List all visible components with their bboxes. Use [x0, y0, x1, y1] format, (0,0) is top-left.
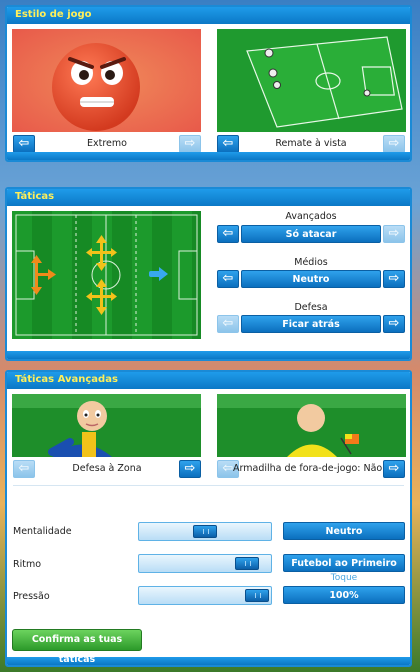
pressao-value: 100% — [283, 586, 405, 604]
taticas-panel-title: Táticas — [7, 189, 410, 206]
estilo-image-remate — [217, 29, 406, 132]
arrow-right-icon: ⇨ — [184, 136, 196, 151]
tactics-defense-value: Ficar atrás — [241, 315, 381, 333]
avancadas-right-caption: Armadilha de fora-de-jogo: Não — [233, 463, 383, 474]
estilo-panel: Estilo de jogo ⇦ Extremo ⇨ ⇦ Remate à vi… — [5, 5, 412, 162]
ritmo-slider-knob[interactable] — [235, 557, 259, 570]
estilo-panel-footer — [7, 152, 410, 160]
tactics-defense-label: Defesa — [294, 302, 328, 313]
tactics-midfield-next-button[interactable]: ⇨ — [383, 270, 405, 288]
pressao-slider-knob[interactable] — [245, 589, 269, 602]
avancadas-right-next-button[interactable]: ⇨ — [383, 460, 405, 478]
estilo-left-caption: Extremo — [87, 138, 127, 149]
ritmo-sublabel: Toque — [330, 573, 358, 583]
mentalidade-label: Mentalidade — [13, 526, 72, 537]
tactics-midfield-prev-button[interactable]: ⇦ — [217, 270, 239, 288]
avancadas-image-zona — [12, 394, 201, 457]
estilo-right-next-button[interactable]: ⇨ — [383, 135, 405, 153]
estilo-left-prev-button[interactable]: ⇦ — [13, 135, 35, 153]
arrow-left-icon: ⇦ — [222, 136, 234, 151]
ritmo-value: Futebol ao Primeiro — [283, 554, 405, 572]
tactics-midfield-label: Médios — [294, 257, 328, 268]
tactics-midfield-value: Neutro — [241, 270, 381, 288]
arrow-right-icon: ⇨ — [388, 316, 400, 331]
tactics-defense-prev-button[interactable]: ⇦ — [217, 315, 239, 333]
arrow-right-icon: ⇨ — [388, 461, 400, 476]
estilo-image-extremo — [12, 29, 201, 132]
estilo-left-next-button[interactable]: ⇨ — [179, 135, 201, 153]
avancadas-left-next-button[interactable]: ⇨ — [179, 460, 201, 478]
taticas-panel: Táticas Avançados ⇦ Só atacar ⇨ Médios ⇦… — [5, 187, 412, 361]
avancadas-divider — [13, 485, 404, 486]
arrow-left-icon: ⇦ — [222, 226, 234, 241]
arrow-left-icon: ⇦ — [222, 461, 234, 476]
tactics-attack-next-button[interactable]: ⇨ — [383, 225, 405, 243]
taticas-panel-footer — [7, 351, 410, 359]
arrow-right-icon: ⇨ — [388, 136, 400, 151]
pressao-slider[interactable] — [138, 586, 272, 605]
avancadas-panel-title: Táticas Avançadas — [7, 372, 410, 389]
arrow-right-icon: ⇨ — [184, 461, 196, 476]
avancadas-image-armadilha — [217, 394, 406, 457]
arrow-left-icon: ⇦ — [222, 271, 234, 286]
avancadas-panel: Táticas Avançadas ⇦ Defesa à Zona ⇨ ⇦ Ar… — [5, 370, 412, 667]
confirm-tactics-button[interactable]: Confirma as tuas táticas — [12, 629, 142, 665]
tactics-attack-prev-button[interactable]: ⇦ — [217, 225, 239, 243]
mentalidade-slider-knob[interactable] — [193, 525, 217, 538]
avancadas-left-prev-button[interactable]: ⇦ — [13, 460, 35, 478]
arrow-left-icon: ⇦ — [18, 461, 30, 476]
mentalidade-value: Neutro — [283, 522, 405, 540]
arrow-left-icon: ⇦ — [222, 316, 234, 331]
estilo-panel-title: Estilo de jogo — [7, 7, 410, 24]
estilo-right-prev-button[interactable]: ⇦ — [217, 135, 239, 153]
tactics-pitch — [12, 211, 201, 339]
arrow-right-icon: ⇨ — [388, 226, 400, 241]
ritmo-label: Ritmo — [13, 559, 42, 570]
arrow-right-icon: ⇨ — [388, 271, 400, 286]
pressao-label: Pressão — [13, 591, 50, 602]
tactics-defense-next-button[interactable]: ⇨ — [383, 315, 405, 333]
estilo-right-caption: Remate à vista — [275, 138, 347, 149]
arrow-left-icon: ⇦ — [18, 136, 30, 151]
mentalidade-slider[interactable] — [138, 522, 272, 541]
tactics-attack-value: Só atacar — [241, 225, 381, 243]
tactics-attack-label: Avançados — [285, 211, 337, 222]
avancadas-left-caption: Defesa à Zona — [72, 463, 142, 474]
ritmo-slider[interactable] — [138, 554, 272, 573]
